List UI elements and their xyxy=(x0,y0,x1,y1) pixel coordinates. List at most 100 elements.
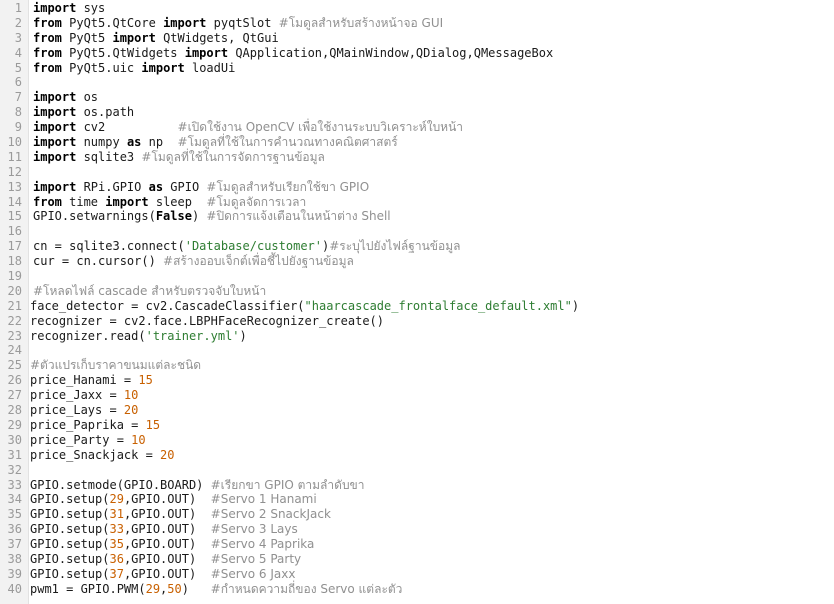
code-comment: #Servo 6 Jaxx xyxy=(210,566,296,581)
code-line[interactable]: 37 GPIO.setup(35,GPIO.OUT) #Servo 4 Papri… xyxy=(0,537,834,552)
code-text[interactable]: from PyQt5.QtCore import pyqtSlot #โมดูล… xyxy=(33,16,443,31)
code-line[interactable]: 9 import cv2 #เปิดใช้งาน OpenCV เพื่อใช้ง… xyxy=(0,120,834,135)
code-text[interactable]: GPIO.setup(35,GPIO.OUT) #Servo 4 Paprika xyxy=(30,537,314,552)
code-token: price_Jaxx = xyxy=(30,388,124,403)
code-text[interactable]: from PyQt5 import QtWidgets, QtGui xyxy=(33,31,279,46)
code-line[interactable]: 35 GPIO.setup(31,GPIO.OUT) #Servo 2 Snack… xyxy=(0,507,834,522)
code-text[interactable]: GPIO.setup(37,GPIO.OUT) #Servo 6 Jaxx xyxy=(30,567,295,582)
code-keyword: from xyxy=(33,30,62,45)
code-text[interactable]: from PyQt5.uic import loadUi xyxy=(33,61,235,76)
code-line[interactable]: 30 price_Party = 10 xyxy=(0,433,834,448)
code-text[interactable]: GPIO.setwarnings(False) #ปิดการแจ้งเตือน… xyxy=(33,209,391,224)
code-token: GPIO.setup( xyxy=(30,537,110,552)
code-text[interactable]: import sqlite3 #โมดูลที่ใช้ในการจัดการฐา… xyxy=(33,150,325,165)
code-line[interactable]: 16 xyxy=(0,224,834,239)
code-token: GPIO.setup( xyxy=(30,551,110,566)
line-number: 8 xyxy=(14,105,22,120)
code-token: QtWidgets, QtGui xyxy=(155,30,279,45)
code-line[interactable]: 38 GPIO.setup(36,GPIO.OUT) #Servo 5 Party xyxy=(0,552,834,567)
code-line[interactable]: 7 import os xyxy=(0,90,834,105)
code-text[interactable]: recognizer.read('trainer.yml') xyxy=(30,329,247,344)
code-text[interactable]: GPIO.setup(36,GPIO.OUT) #Servo 5 Party xyxy=(30,552,301,567)
code-line[interactable]: 22 recognizer = cv2.face.LBPHFaceRecogniz… xyxy=(0,314,834,329)
code-line[interactable]: 23 recognizer.read('trainer.yml') xyxy=(0,329,834,344)
code-line[interactable]: 39 GPIO.setup(37,GPIO.OUT) #Servo 6 Jaxx xyxy=(0,567,834,582)
code-line[interactable]: 29 price_Paprika = 15 xyxy=(0,418,834,433)
code-text[interactable]: from time import sleep #โมดูลจัดการเวลา xyxy=(33,195,306,210)
code-text[interactable]: price_Lays = 20 xyxy=(30,403,138,418)
code-text[interactable]: price_Paprika = 15 xyxy=(30,418,160,433)
code-line[interactable]: 14 from time import sleep #โมดูลจัดการเวล… xyxy=(0,195,834,210)
code-text[interactable]: GPIO.setup(29,GPIO.OUT) #Servo 1 Hanami xyxy=(30,492,317,507)
code-line[interactable]: 2 from PyQt5.QtCore import pyqtSlot #โมดู… xyxy=(0,16,834,31)
code-text[interactable]: import sys xyxy=(33,1,105,16)
code-line[interactable]: 1 import sys xyxy=(0,1,834,16)
code-line[interactable]: 11 import sqlite3 #โมดูลที่ใช้ในการจัดการ… xyxy=(0,150,834,165)
code-text[interactable]: import RPi.GPIO as GPIO #โมดูลสำหรับเรีย… xyxy=(33,180,369,195)
line-number: 4 xyxy=(14,45,22,60)
code-keyword: import xyxy=(33,90,77,105)
code-text[interactable]: face_detector = cv2.CascadeClassifier("h… xyxy=(30,299,579,314)
code-text[interactable]: cn = sqlite3.connect('Database/customer'… xyxy=(33,239,460,254)
code-line[interactable]: 5 from PyQt5.uic import loadUi xyxy=(0,61,834,76)
line-number: 16 xyxy=(7,224,22,239)
code-text[interactable]: GPIO.setmode(GPIO.BOARD) #เรียกขา GPIO ต… xyxy=(30,478,365,493)
code-line[interactable]: 28 price_Lays = 20 xyxy=(0,403,834,418)
code-line[interactable]: 24 xyxy=(0,343,834,358)
code-line[interactable]: 13 import RPi.GPIO as GPIO #โมดูลสำหรับเร… xyxy=(0,180,834,195)
code-line[interactable]: 27 price_Jaxx = 10 xyxy=(0,388,834,403)
code-text[interactable]: #โหลดไฟล์ cascade สำหรับตรวจจับใบหน้า xyxy=(33,284,266,299)
code-line[interactable]: 8 import os.path xyxy=(0,105,834,120)
line-number: 5 xyxy=(14,60,22,75)
code-token: ) xyxy=(239,328,247,343)
code-line[interactable]: 18 cur = cn.cursor() #สร้างออบเจ็กต์เพื่อ… xyxy=(0,254,834,269)
code-line[interactable]: 25 #ตัวแปรเก็บราคาขนมแต่ละชนิด xyxy=(0,358,834,373)
code-comment: #Servo 5 Party xyxy=(210,551,302,566)
code-line[interactable]: 40 pwm1 = GPIO.PWM(29,50) #กำหนดความถี่ขอ… xyxy=(0,582,834,597)
code-text[interactable]: price_Party = 10 xyxy=(30,433,146,448)
code-line[interactable]: 32 xyxy=(0,463,834,478)
code-keyword: import xyxy=(33,135,77,150)
code-text[interactable]: import os.path xyxy=(33,105,134,120)
code-text[interactable]: import numpy as np #โมดูลที่ใช้ในการคำนว… xyxy=(33,135,398,150)
code-keyword: import xyxy=(33,149,77,164)
code-text[interactable]: recognizer = cv2.face.LBPHFaceRecognizer… xyxy=(30,314,384,329)
code-text[interactable]: price_Jaxx = 10 xyxy=(30,388,138,403)
code-text[interactable]: import cv2 #เปิดใช้งาน OpenCV เพื่อใช้งา… xyxy=(33,120,463,135)
code-text[interactable]: GPIO.setup(31,GPIO.OUT) #Servo 2 SnackJa… xyxy=(30,507,331,522)
code-line[interactable]: 6 xyxy=(0,75,834,90)
code-number: 35 xyxy=(109,537,124,552)
code-line[interactable]: 4 from PyQt5.QtWidgets import QApplicatio… xyxy=(0,46,834,61)
line-number: 23 xyxy=(7,328,22,343)
code-line[interactable]: 12 xyxy=(0,165,834,180)
code-text[interactable]: import os xyxy=(33,90,98,105)
code-line[interactable]: 3 from PyQt5 import QtWidgets, QtGui xyxy=(0,31,834,46)
code-token: numpy xyxy=(76,135,127,150)
code-text[interactable]: #ตัวแปรเก็บราคาขนมแต่ละชนิด xyxy=(30,358,201,373)
code-line[interactable]: 26 price_Hanami = 15 xyxy=(0,373,834,388)
code-line[interactable]: 34 GPIO.setup(29,GPIO.OUT) #Servo 1 Hanam… xyxy=(0,492,834,507)
code-line[interactable]: 10 import numpy as np #โมดูลที่ใช้ในการคำ… xyxy=(0,135,834,150)
code-text[interactable]: price_Snackjack = 20 xyxy=(30,448,175,463)
code-text[interactable]: from PyQt5.QtWidgets import QApplication… xyxy=(33,46,553,61)
code-text[interactable]: GPIO.setup(33,GPIO.OUT) #Servo 3 Lays xyxy=(30,522,298,537)
code-line[interactable]: 33 GPIO.setmode(GPIO.BOARD) #เรียกขา GPIO… xyxy=(0,478,834,493)
code-keyword: from xyxy=(33,15,62,30)
code-text[interactable]: price_Hanami = 15 xyxy=(30,373,153,388)
code-keyword: import xyxy=(105,194,149,209)
code-line[interactable]: 31 price_Snackjack = 20 xyxy=(0,448,834,463)
code-line[interactable]: 19 xyxy=(0,269,834,284)
code-token: GPIO.setup( xyxy=(30,522,110,537)
code-line[interactable]: 15 GPIO.setwarnings(False) #ปิดการแจ้งเตื… xyxy=(0,209,834,224)
code-text[interactable]: cur = cn.cursor() #สร้างออบเจ็กต์เพื่อชี… xyxy=(33,254,354,269)
code-editor[interactable]: 1 import sys 2 from PyQt5.QtCore import pyq… xyxy=(0,0,834,604)
code-keyword: as xyxy=(126,135,142,150)
code-token: time xyxy=(61,194,106,209)
code-line[interactable]: 17 cn = sqlite3.connect('Database/custome… xyxy=(0,239,834,254)
code-line[interactable]: 20 #โหลดไฟล์ cascade สำหรับตรวจจับใบหน้า xyxy=(0,284,834,299)
code-lines[interactable]: 1 import sys 2 from PyQt5.QtCore import pyq… xyxy=(0,1,834,597)
code-text[interactable]: pwm1 = GPIO.PWM(29,50) #กำหนดความถี่ของ … xyxy=(30,582,402,597)
code-number: 15 xyxy=(145,417,161,432)
code-line[interactable]: 36 GPIO.setup(33,GPIO.OUT) #Servo 3 Lays xyxy=(0,522,834,537)
code-line[interactable]: 21 face_detector = cv2.CascadeClassifier(… xyxy=(0,299,834,314)
